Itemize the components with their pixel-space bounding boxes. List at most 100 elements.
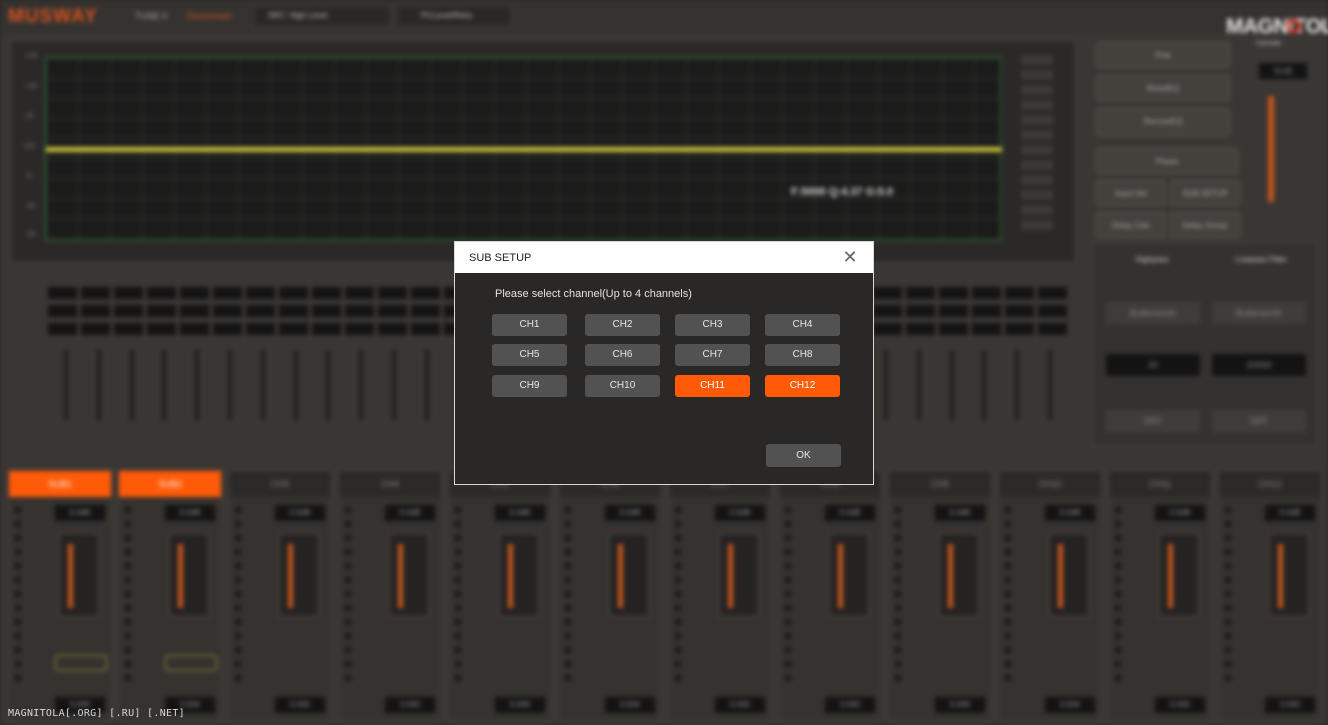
eq-band-cell[interactable] <box>81 287 110 299</box>
channel-strip-title[interactable]: CH4 <box>339 471 441 497</box>
lowpass-freq-input[interactable]: 20000 <box>1211 353 1307 377</box>
channel-button-ch5[interactable]: CH5 <box>492 344 567 366</box>
eq-band-cell[interactable] <box>972 305 1001 317</box>
channel-delay-readout[interactable]: 0.000 <box>385 697 435 713</box>
eq-band-cell[interactable] <box>180 305 209 317</box>
eq-band-cell[interactable] <box>939 305 968 317</box>
eq-band-cell[interactable] <box>1038 323 1067 335</box>
channel-button-ch2[interactable]: CH2 <box>585 314 660 336</box>
eq-band-cell[interactable] <box>1038 305 1067 317</box>
channel-delay-readout[interactable]: 0.000 <box>1265 697 1315 713</box>
channel-gain-readout[interactable]: 0.0dB <box>55 505 105 521</box>
eq-band-cell[interactable] <box>48 305 77 317</box>
channel-button-ch9[interactable]: CH9 <box>492 375 567 397</box>
eq-band-cell[interactable] <box>873 287 902 299</box>
eq-band-cell[interactable] <box>114 323 143 335</box>
eq-band-fader[interactable] <box>228 350 232 420</box>
channel-button-ch12[interactable]: CH12 <box>765 375 840 397</box>
eq-band-cell[interactable] <box>147 305 176 317</box>
eq-band-fader[interactable] <box>260 350 265 420</box>
channel-delay-readout[interactable]: 0.000 <box>605 697 655 713</box>
channel-gain-readout[interactable]: 0.0dB <box>385 505 435 521</box>
channel-delay-readout[interactable]: 0.000 <box>825 697 875 713</box>
eq-band-cell[interactable] <box>213 305 242 317</box>
channel-delay-readout[interactable]: 0.000 <box>495 697 545 713</box>
eq-band-cell[interactable] <box>1005 305 1034 317</box>
eq-band-cell[interactable] <box>411 305 440 317</box>
eq-band-cell[interactable] <box>411 287 440 299</box>
channel-button-ch8[interactable]: CH8 <box>765 344 840 366</box>
eq-band-cell[interactable] <box>972 323 1001 335</box>
channel-strip-title[interactable]: CH9 <box>889 471 991 497</box>
channel-button-ch7[interactable]: CH7 <box>675 344 750 366</box>
channel-gain-readout[interactable]: 0.0dB <box>935 505 985 521</box>
eq-band-cell[interactable] <box>378 323 407 335</box>
channel-gain-readout[interactable]: 0.0dB <box>1155 505 1205 521</box>
channel-gain-readout[interactable]: 0.0dB <box>495 505 545 521</box>
channel-gain-readout[interactable]: 0.0dB <box>605 505 655 521</box>
connect-link[interactable]: Disconnect <box>187 11 232 21</box>
pink-noise-button[interactable]: Pink <box>1096 42 1230 68</box>
delay-calc-button[interactable]: Delay Calc <box>1096 212 1166 238</box>
highpass-slope-select[interactable]: OFF <box>1105 409 1201 433</box>
channel-gain-readout[interactable]: 0.0dB <box>1265 505 1315 521</box>
channel-strip-title[interactable]: CH10 <box>999 471 1101 497</box>
eq-band-cell[interactable] <box>180 323 209 335</box>
channel-strip-title[interactable]: SUB1 <box>9 471 111 497</box>
eq-band-cell[interactable] <box>312 305 341 317</box>
eq-band-fader[interactable] <box>424 350 429 420</box>
channel-strip-title[interactable]: SUB2 <box>119 471 221 497</box>
recover-eq-button[interactable]: RecoveEQ <box>1096 108 1230 136</box>
eq-band-cell[interactable] <box>246 305 275 317</box>
eq-band-cell[interactable] <box>48 287 77 299</box>
eq-band-fader[interactable] <box>392 350 396 420</box>
eq-band-cell[interactable] <box>312 287 341 299</box>
channel-delay-readout[interactable]: 0.000 <box>1155 697 1205 713</box>
close-icon[interactable]: ✕ <box>839 246 861 268</box>
eq-band-cell[interactable] <box>906 323 935 335</box>
eq-band-cell[interactable] <box>378 287 407 299</box>
eq-band-cell[interactable] <box>939 287 968 299</box>
channel-delay-readout[interactable]: 0.000 <box>1045 697 1095 713</box>
eq-band-cell[interactable] <box>345 287 374 299</box>
ok-button[interactable]: OK <box>766 444 841 467</box>
eq-band-cell[interactable] <box>48 323 77 335</box>
channel-button-ch11[interactable]: CH11 <box>675 375 750 397</box>
eq-band-cell[interactable] <box>147 323 176 335</box>
eq-band-fader[interactable] <box>1048 350 1052 420</box>
tab-lowpass[interactable]: Lowpass Filter <box>1211 255 1311 264</box>
phase-button[interactable]: Phase <box>1096 148 1238 174</box>
lowpass-type-select[interactable]: Butterworth <box>1211 301 1307 325</box>
channel-gain-readout[interactable]: 0.0dB <box>825 505 875 521</box>
eq-band-cell[interactable] <box>147 287 176 299</box>
channel-strip-title[interactable]: CH3 <box>229 471 331 497</box>
eq-band-fader[interactable] <box>916 350 921 420</box>
eq-band-cell[interactable] <box>345 323 374 335</box>
channel-gain-readout[interactable]: 0.0dB <box>1045 505 1095 521</box>
eq-band-cell[interactable] <box>246 323 275 335</box>
eq-band-cell[interactable] <box>279 305 308 317</box>
eq-band-fader[interactable] <box>129 350 134 420</box>
lowpass-slope-select[interactable]: OFF <box>1211 409 1307 433</box>
eq-band-cell[interactable] <box>906 305 935 317</box>
eq-band-fader[interactable] <box>982 350 987 420</box>
channel-gain-readout[interactable]: 0.0dB <box>715 505 765 521</box>
channel-button-ch6[interactable]: CH6 <box>585 344 660 366</box>
eq-band-cell[interactable] <box>312 323 341 335</box>
eq-band-cell[interactable] <box>873 323 902 335</box>
eq-band-fader[interactable] <box>1015 350 1020 420</box>
highpass-freq-input[interactable]: 20 <box>1105 353 1201 377</box>
channel-delay-readout[interactable]: 0.000 <box>275 697 325 713</box>
channel-button-ch4[interactable]: CH4 <box>765 314 840 336</box>
preset-select[interactable]: PCLevel/Retry <box>396 5 512 27</box>
eq-band-fader[interactable] <box>359 350 364 420</box>
eq-band-cell[interactable] <box>279 323 308 335</box>
channel-button-ch1[interactable]: CH1 <box>492 314 567 336</box>
eq-band-fader[interactable] <box>195 350 200 420</box>
eq-band-fader[interactable] <box>162 350 167 420</box>
eq-band-fader[interactable] <box>884 350 888 420</box>
channel-delay-readout[interactable]: 0.000 <box>715 697 765 713</box>
channel-strip-title[interactable]: CH11 <box>1109 471 1211 497</box>
input-source-select[interactable]: SRC: High Level <box>253 5 391 27</box>
delay-group-button[interactable]: Delay Group <box>1170 212 1240 238</box>
